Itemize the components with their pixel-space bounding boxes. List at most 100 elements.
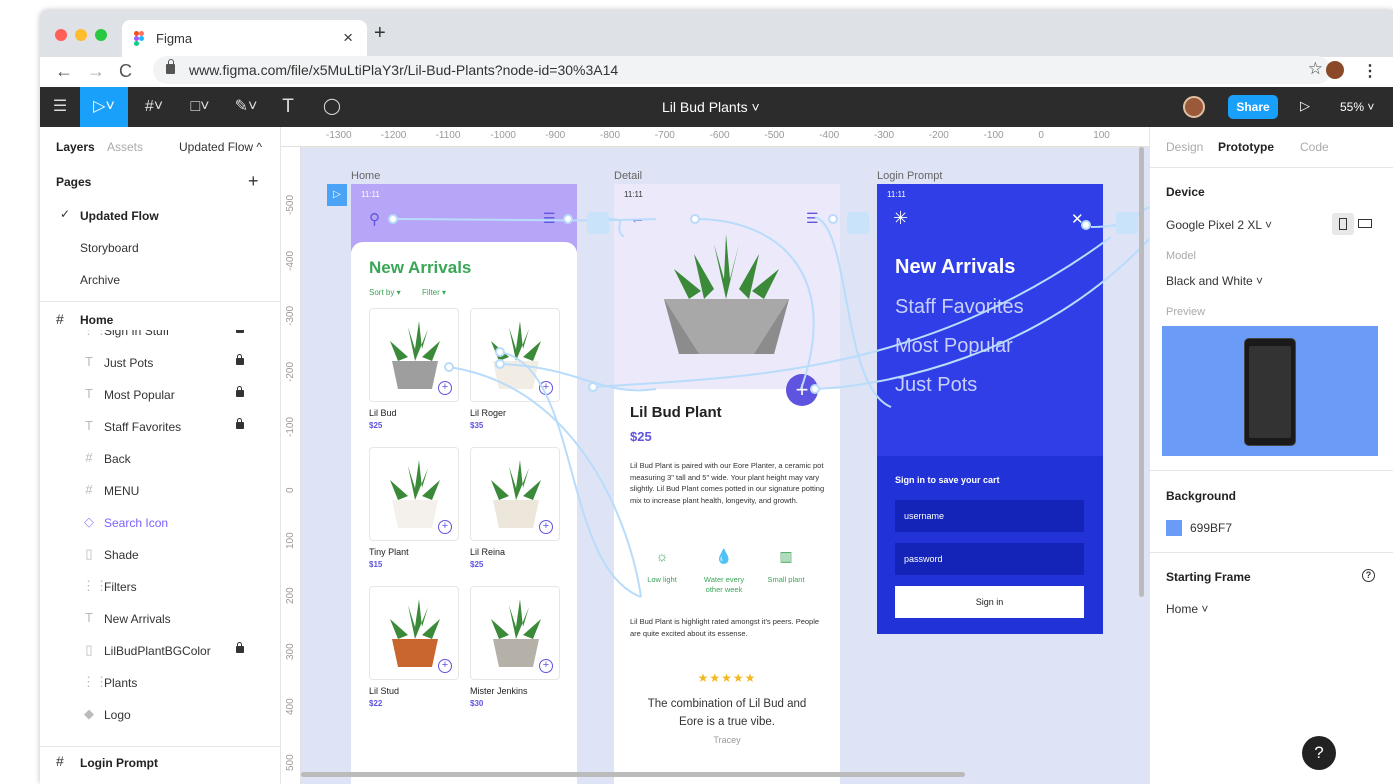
layer-type-icon: ⋮⋮ bbox=[82, 674, 108, 689]
layer-label: Shade bbox=[104, 548, 139, 562]
page-item-archive[interactable]: Archive bbox=[40, 263, 280, 295]
user-avatar[interactable] bbox=[1183, 96, 1205, 118]
close-window-dot[interactable] bbox=[55, 29, 67, 41]
layer-item[interactable]: T New Arrivals bbox=[40, 602, 280, 634]
background-color-value[interactable]: 699BF7 bbox=[1190, 521, 1232, 535]
url-field[interactable]: www.figma.com/file/x5MuLtiPlaY3r/Lil-Bud… bbox=[153, 56, 1331, 84]
device-title: Device bbox=[1166, 185, 1205, 199]
layer-item[interactable]: T Staff Favorites bbox=[40, 410, 280, 442]
move-tool-button[interactable]: ▷˅ bbox=[80, 87, 128, 127]
layer-label: Plants bbox=[104, 676, 138, 690]
layer-label: Login Prompt bbox=[80, 756, 158, 770]
layers-panel-tabs: Layers Assets Updated Flow ^ bbox=[40, 127, 280, 167]
landscape-orientation-icon[interactable] bbox=[1358, 219, 1372, 228]
layer-label: Logo bbox=[104, 708, 131, 722]
layer-label: MENU bbox=[104, 484, 140, 498]
layer-item[interactable]: ⋮⋮ Plants bbox=[40, 666, 280, 698]
layer-type-icon: ◆ bbox=[84, 706, 94, 721]
share-button[interactable]: Share bbox=[1228, 95, 1278, 119]
add-page-icon[interactable]: + bbox=[248, 171, 259, 192]
url-text: www.figma.com/file/x5MuLtiPlaY3r/Lil-Bud… bbox=[189, 62, 619, 78]
lock-icon[interactable] bbox=[236, 354, 244, 365]
pages-header: Pages + bbox=[40, 167, 280, 199]
info-icon[interactable]: ? bbox=[1362, 569, 1375, 582]
new-tab-button[interactable]: + bbox=[374, 22, 386, 45]
minimize-window-dot[interactable] bbox=[75, 29, 87, 41]
horizontal-scrollbar[interactable] bbox=[301, 772, 965, 777]
forward-arrow-icon[interactable]: → bbox=[87, 61, 105, 82]
main-menu-icon[interactable]: ☰ bbox=[40, 87, 80, 127]
vertical-scrollbar[interactable] bbox=[1139, 147, 1144, 597]
layer-item[interactable]: T Most Popular bbox=[40, 378, 280, 410]
layer-item[interactable]: ◆ Logo bbox=[40, 698, 280, 730]
layer-item[interactable]: ⋮⋮Sign In Stuff bbox=[40, 330, 280, 346]
bookmark-star-icon[interactable]: ☆ bbox=[1308, 59, 1323, 79]
layer-item[interactable]: # Back bbox=[40, 442, 280, 474]
layer-frame-home[interactable]: # Home bbox=[40, 306, 280, 330]
comment-tool-button[interactable]: ◯ bbox=[312, 87, 352, 127]
tab-prototype[interactable]: Prototype bbox=[1218, 140, 1274, 154]
help-button[interactable]: ? bbox=[1302, 736, 1336, 770]
browser-menu-icon[interactable]: ⋮ bbox=[1362, 61, 1378, 81]
model-label: Model bbox=[1166, 250, 1196, 262]
tab-close-icon[interactable]: × bbox=[343, 28, 353, 48]
layer-type-icon: ▯ bbox=[85, 546, 93, 561]
layer-label: Home bbox=[80, 313, 114, 327]
zoom-level[interactable]: 55% ˅ bbox=[1340, 100, 1374, 114]
layer-label: Most Popular bbox=[104, 388, 175, 402]
frame-hash-icon: # bbox=[56, 311, 64, 327]
profile-avatar[interactable] bbox=[1326, 61, 1344, 79]
document-name[interactable]: Lil Bud Plants ˅ bbox=[662, 99, 760, 115]
browser-tab[interactable]: Figma × bbox=[122, 20, 367, 57]
present-play-icon[interactable]: ▷ bbox=[1300, 98, 1310, 114]
layer-label: Staff Favorites bbox=[104, 420, 182, 434]
layer-frame-login-prompt[interactable]: # Login Prompt bbox=[40, 747, 280, 779]
lock-icon[interactable] bbox=[236, 642, 244, 653]
device-dropdown[interactable]: Google Pixel 2 XL ˅ bbox=[1166, 218, 1272, 232]
tab-code[interactable]: Code bbox=[1300, 140, 1329, 154]
layer-type-icon: ◇ bbox=[84, 514, 94, 529]
layer-item[interactable]: # MENU bbox=[40, 474, 280, 506]
back-arrow-icon[interactable]: ← bbox=[55, 61, 73, 82]
layer-item[interactable]: ▯ Shade bbox=[40, 538, 280, 570]
checkmark-icon: ✓ bbox=[60, 207, 71, 221]
page-item-storyboard[interactable]: Storyboard bbox=[40, 231, 280, 263]
text-tool-button[interactable]: T bbox=[272, 87, 304, 127]
layer-label: Sign In Stuff bbox=[104, 330, 170, 338]
frame-tool-button[interactable]: #˅ bbox=[132, 87, 176, 127]
lock-icon[interactable] bbox=[236, 330, 244, 333]
layer-label: Search Icon bbox=[104, 516, 169, 530]
layer-type-icon: ⋮⋮ bbox=[82, 578, 108, 593]
layer-type-icon: ▯ bbox=[85, 642, 93, 657]
panel-divider bbox=[1150, 470, 1393, 471]
layer-type-icon: T bbox=[85, 610, 93, 625]
background-color-swatch[interactable] bbox=[1166, 520, 1182, 536]
starting-frame-dropdown[interactable]: Home ˅ bbox=[1166, 602, 1208, 616]
model-dropdown[interactable]: Black and White ˅ bbox=[1166, 274, 1263, 288]
preview-label: Preview bbox=[1166, 306, 1206, 318]
portrait-orientation-button[interactable] bbox=[1332, 213, 1354, 235]
panel-divider bbox=[40, 301, 280, 302]
lock-icon[interactable] bbox=[236, 418, 244, 429]
page-item-updated-flow[interactable]: ✓ Updated Flow bbox=[40, 199, 280, 231]
page-selector[interactable]: Updated Flow ^ bbox=[179, 140, 262, 154]
shape-tool-button[interactable]: □˅ bbox=[178, 87, 222, 127]
tab-design[interactable]: Design bbox=[1166, 140, 1203, 154]
design-canvas[interactable]: -1300 -1200 -1100 -1000 -900 -800 -700 -600 -500… bbox=[281, 127, 1149, 784]
page-label: Archive bbox=[80, 273, 121, 287]
figma-toolbar: ☰ ▷˅ #˅ □˅ ✎˅ T ◯ Lil Bud Plants ˅ Share… bbox=[40, 87, 1393, 127]
maximize-window-dot[interactable] bbox=[95, 29, 107, 41]
layer-item[interactable]: ◇ Search Icon bbox=[40, 506, 280, 538]
properties-panel: Design Prototype Code Device Google Pixe… bbox=[1149, 127, 1393, 784]
lock-icon[interactable] bbox=[236, 386, 244, 397]
layer-type-icon: T bbox=[85, 354, 93, 369]
tab-layers[interactable]: Layers bbox=[56, 140, 95, 154]
layer-item[interactable]: ⋮⋮ Filters bbox=[40, 570, 280, 602]
layer-item[interactable]: ▯ LilBudPlantBGColor bbox=[40, 634, 280, 666]
frame-hash-icon: # bbox=[56, 753, 64, 769]
layer-type-icon: T bbox=[85, 418, 93, 433]
pen-tool-button[interactable]: ✎˅ bbox=[224, 87, 268, 127]
tab-assets[interactable]: Assets bbox=[107, 140, 143, 154]
layer-item[interactable]: T Just Pots bbox=[40, 346, 280, 378]
reload-icon[interactable]: C bbox=[119, 61, 132, 82]
